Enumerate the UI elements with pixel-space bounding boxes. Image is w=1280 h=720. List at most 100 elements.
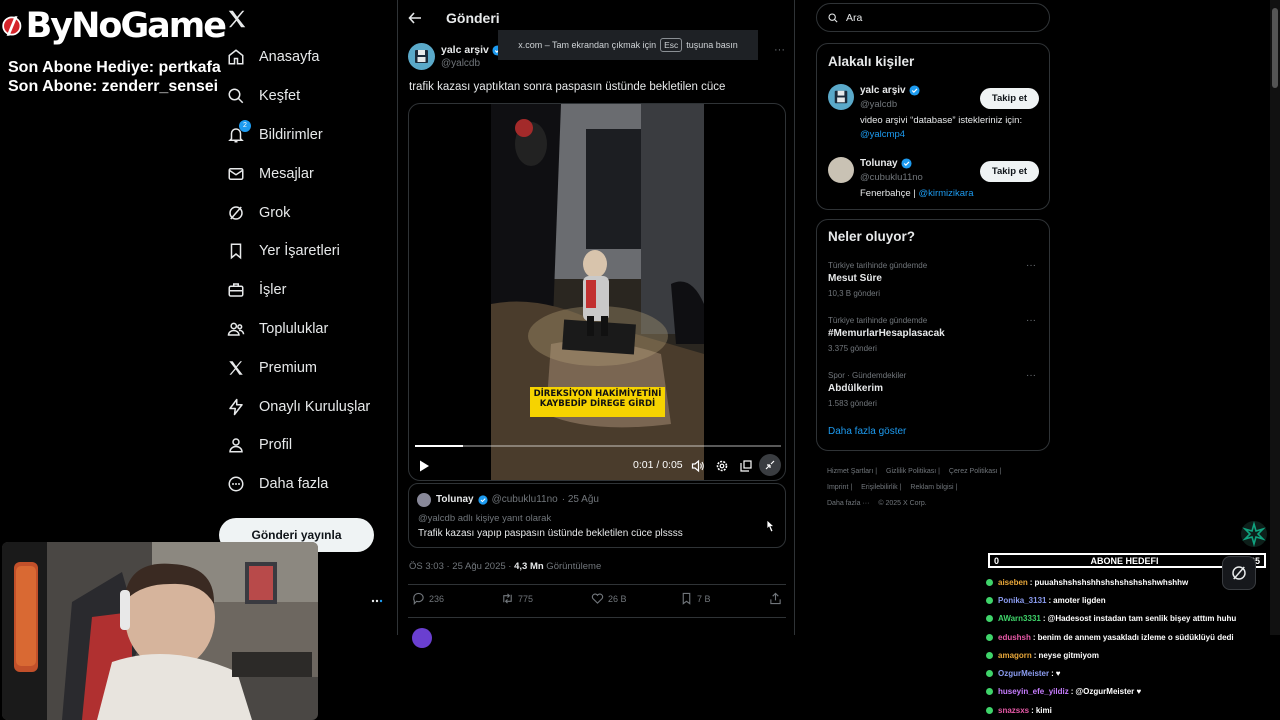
fullscreen-banner: x.com – Tam ekrandan çıkmak için Esc tuş… [498, 30, 758, 60]
chat-username[interactable]: amagorn [998, 651, 1032, 660]
notification-badge: 2 [239, 119, 251, 132]
chat-username[interactable]: snazsxs [998, 706, 1029, 715]
nav-item-home[interactable]: Anasayfa [219, 38, 389, 77]
last-gift-text: Son Abone Hediye: pertkafa [8, 59, 221, 76]
post-views-label: Görüntüleme [543, 561, 602, 572]
reply-count: 236 [429, 593, 445, 604]
share-icon [770, 592, 781, 605]
video-progress-bar[interactable] [415, 445, 781, 447]
person-bio-link[interactable]: @yalcmp4 [860, 128, 1022, 142]
x-logo-icon[interactable] [226, 8, 248, 30]
picture-in-picture-icon[interactable] [739, 459, 753, 473]
settings-gear-icon[interactable] [715, 459, 729, 473]
post-views: 4,3 Mn [514, 561, 544, 572]
nav-item-verified-orgs[interactable]: Onaylı Kuruluşlar [219, 387, 389, 426]
page-title: Gönderi [446, 10, 500, 26]
reply-button[interactable]: 236 [412, 592, 444, 605]
account-more-icon[interactable] [370, 597, 384, 605]
trend-more-icon[interactable]: ··· [1026, 370, 1036, 381]
person-avatar[interactable] [828, 157, 854, 183]
nav-label: Keşfet [259, 88, 301, 105]
reply-icon [413, 592, 424, 605]
author-handle[interactable]: @yalcdb [441, 58, 480, 69]
follow-button[interactable]: Takip et [980, 88, 1039, 109]
share-button[interactable] [769, 592, 782, 605]
grok-floating-icon[interactable] [1240, 520, 1268, 548]
chat-separator: : [1051, 669, 1054, 679]
stream-brand: ByNoGame [0, 0, 227, 52]
nav-item-bookmarks[interactable]: Yer İşaretleri [219, 232, 389, 271]
nav-item-more[interactable]: Daha fazla [219, 465, 389, 504]
chat-username[interactable]: edushsh [998, 633, 1031, 642]
footer-link[interactable]: Gizlilik Politikası | [886, 468, 940, 475]
author-avatar[interactable] [408, 43, 435, 70]
person-bio-link[interactable]: @kirmizikara [918, 188, 973, 199]
nav-item-communities[interactable]: Topluluklar [219, 310, 389, 349]
chat-username[interactable]: Ponika_3131 [998, 596, 1046, 605]
repost-count: 775 [518, 593, 534, 604]
chat-username[interactable]: aiseben [998, 578, 1028, 587]
footer-link[interactable]: Çerez Politikası | [949, 468, 1001, 475]
post-text: trafik kazası yaptıktan sonra paspasın ü… [409, 81, 726, 93]
trend-name[interactable]: #MemurlarHesaplasacak [828, 328, 945, 339]
trend-name[interactable]: Abdülkerim [828, 383, 883, 394]
person-name[interactable]: yalc arşiv [860, 85, 920, 96]
chat-message: snazsxs : kimi [986, 701, 1280, 719]
chat-username[interactable]: huseyin_efe_yildiz [998, 687, 1069, 696]
nav-label: Anasayfa [259, 49, 320, 66]
post-more-icon[interactable]: ··· [774, 44, 785, 56]
post-column: Gönderi yalc arşiv @yalcdb x.com – Tam e… [397, 0, 795, 648]
footer-link[interactable]: Reklam bilgisi | [910, 484, 957, 491]
nav-item-profile[interactable]: Profil [219, 426, 389, 465]
chat-username[interactable]: OzgurMeister [998, 669, 1049, 678]
footer-link[interactable]: Daha fazla ··· [827, 500, 869, 507]
reply-author: Tolunay @cubuklu11no · 25 Ağu [436, 494, 599, 505]
follow-button[interactable]: Takip et [980, 161, 1039, 182]
video-player[interactable]: DİREKSİYON HAKİMİYETİNİ KAYBEDİP DİREGE … [408, 103, 786, 481]
footer-copyright: © 2025 X Corp. [878, 500, 927, 507]
page-scrollbar[interactable] [1270, 0, 1280, 635]
trend-more-icon[interactable]: ··· [1026, 315, 1036, 326]
person-avatar[interactable] [828, 84, 854, 110]
nav-label: Profil [259, 437, 293, 454]
briefcase-icon [228, 283, 244, 297]
chat-message: huseyin_efe_yildiz : @OzgurMeister ♥ [986, 683, 1280, 701]
author-name[interactable]: yalc arşiv [441, 44, 503, 56]
like-button[interactable]: 26 B [591, 592, 627, 605]
trend-name[interactable]: Mesut Süre [828, 273, 882, 284]
volume-icon[interactable] [691, 459, 705, 473]
next-reply-avatar[interactable] [412, 628, 432, 648]
replying-to: @yalcdb adlı kişiye yanıt olarak [418, 513, 552, 524]
nav-item-explore[interactable]: Keşfet [219, 77, 389, 116]
nav-item-grok[interactable]: Grok [219, 193, 389, 232]
post-timestamp[interactable]: ÖS 3:03 · 25 Ağu 2025 · [409, 561, 514, 572]
trend-more-icon[interactable]: ··· [1026, 260, 1036, 271]
exit-fullscreen-button[interactable] [759, 454, 781, 476]
footer-link[interactable]: Hizmet Şartları | [827, 468, 877, 475]
trend-count: 1.583 gönderi [828, 399, 877, 408]
nav-item-notifications[interactable]: 2 Bildirimler [219, 116, 389, 155]
chat-separator: : [1033, 650, 1037, 660]
nav-label: Daha fazla [259, 476, 329, 493]
like-count: 26 B [608, 593, 627, 604]
scroll-thumb[interactable] [1272, 8, 1278, 88]
footer-link[interactable]: Imprint | [827, 484, 852, 491]
bookmark-button[interactable]: 7 B [680, 592, 711, 605]
nav-item-premium[interactable]: Premium [219, 348, 389, 387]
chat-message: AWarn3331 : @Hadesost instadan tam senli… [986, 610, 1280, 628]
chat-username[interactable]: AWarn3331 [998, 614, 1041, 623]
play-icon[interactable] [417, 459, 431, 473]
back-arrow-icon[interactable] [408, 11, 422, 25]
related-people-panel: Alakalı kişiler yalc arşiv @yalcdb Takip… [816, 43, 1050, 210]
repost-button[interactable]: 775 [501, 592, 533, 605]
chat-message: OzgurMeister : ♥ [986, 664, 1280, 682]
nav-item-messages[interactable]: Mesajlar [219, 154, 389, 193]
chat-message: Ponika_3131 : amoter ligden [986, 591, 1280, 609]
person-name[interactable]: Tolunay [860, 158, 912, 169]
show-more-link[interactable]: Daha fazla göster [828, 426, 906, 437]
chat-badge-icon [986, 688, 993, 696]
nav-item-jobs[interactable]: İşler [219, 271, 389, 310]
quoted-reply-card[interactable]: Tolunay @cubuklu11no · 25 Ağu @yalcdb ad… [408, 483, 786, 548]
search-input[interactable]: Ara [816, 3, 1050, 32]
footer-link[interactable]: Erişilebilirlik | [861, 484, 901, 491]
